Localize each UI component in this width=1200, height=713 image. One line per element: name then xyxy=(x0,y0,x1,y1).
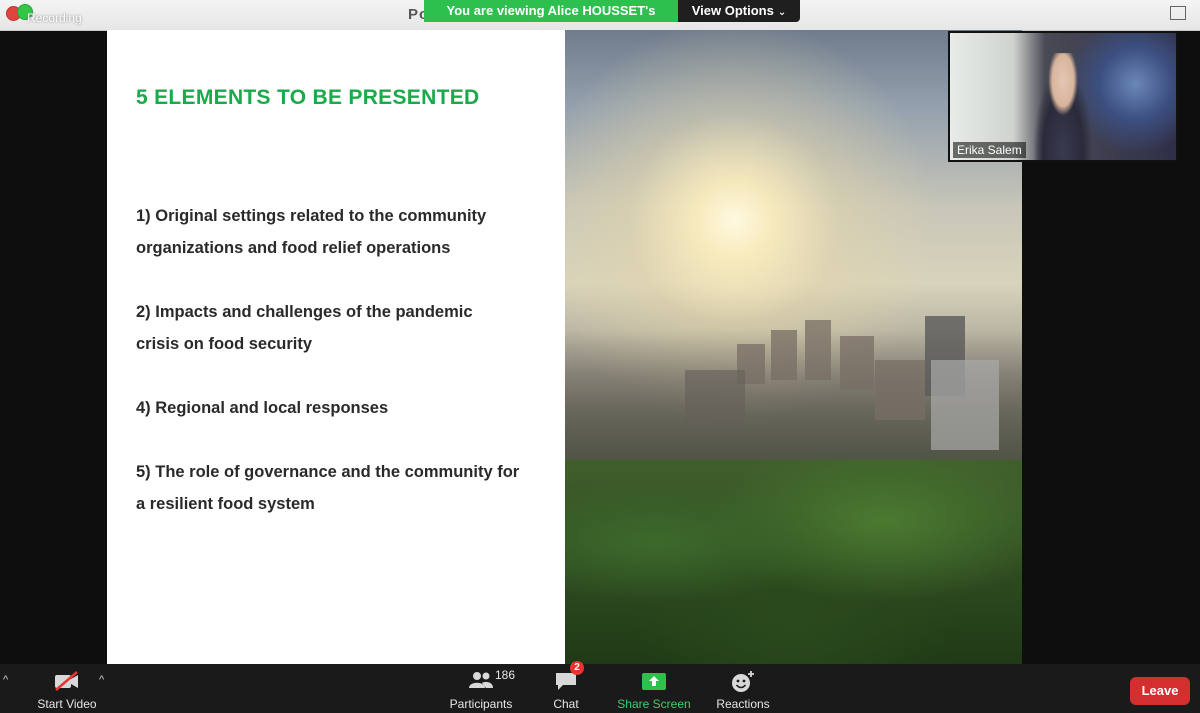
slide-text-panel: 5 ELEMENTS TO BE PRESENTED 1) Original s… xyxy=(107,30,565,664)
viewing-screen-banner: You are viewing Alice HOUSSET's screen xyxy=(424,0,678,40)
building xyxy=(875,360,925,420)
view-options-button[interactable]: View Options ⌄ xyxy=(678,0,800,22)
start-video-label: Start Video xyxy=(37,697,97,711)
slide-item-line: 5) The role of governance and the commun… xyxy=(136,463,520,481)
leave-button[interactable]: Leave xyxy=(1130,677,1190,705)
reactions-label: Reactions xyxy=(716,697,770,711)
building xyxy=(840,336,874,390)
audio-options-caret-icon[interactable]: ^ xyxy=(3,674,8,686)
meeting-toolbar: ^ Start Video ^ 186 Participants 2 Chat xyxy=(0,661,1200,713)
start-video-button[interactable]: Start Video xyxy=(30,664,104,713)
slide-item-3: 4) Regional and local responses xyxy=(136,392,556,424)
slide-item-2: 2) Impacts and challenges of the pandemi… xyxy=(136,296,556,360)
participant-person xyxy=(1028,53,1098,160)
share-screen-label: Share Screen xyxy=(617,697,691,711)
building xyxy=(805,320,831,380)
building xyxy=(685,370,745,430)
building xyxy=(931,360,999,450)
participant-video-thumbnail[interactable]: Erika Salem xyxy=(948,31,1178,162)
participants-label: Participants xyxy=(449,697,513,711)
slide-item-1: 1) Original settings related to the comm… xyxy=(136,200,556,264)
participants-icon xyxy=(469,672,493,688)
slide-title: 5 ELEMENTS TO BE PRESENTED xyxy=(136,86,480,109)
video-options-caret-icon[interactable]: ^ xyxy=(99,674,104,686)
slide-item-line: crisis on food security xyxy=(136,335,313,353)
slide-item-line: 4) Regional and local responses xyxy=(136,399,389,417)
maximize-icon[interactable] xyxy=(1170,6,1186,20)
view-options-label: View Options xyxy=(691,3,774,18)
share-screen-icon xyxy=(642,673,666,690)
reactions-icon xyxy=(732,671,754,692)
slide-item-line: 1) Original settings related to the comm… xyxy=(136,207,487,225)
video-off-icon xyxy=(55,671,78,691)
participant-name: Erika Salem xyxy=(953,142,1026,158)
chat-unread-badge: 2 xyxy=(570,661,584,675)
chat-button[interactable]: 2 Chat xyxy=(540,661,592,713)
reactions-button[interactable]: Reactions xyxy=(712,664,774,713)
share-screen-button[interactable]: Share Screen xyxy=(614,664,694,713)
slide-item-line: a resilient food system xyxy=(136,495,315,513)
tree-foliage xyxy=(565,460,1022,664)
recording-label: Recording xyxy=(27,11,82,25)
chevron-down-icon: ⌄ xyxy=(777,7,787,18)
participants-count: 186 xyxy=(495,668,516,682)
chat-label: Chat xyxy=(553,697,579,711)
slide-item-line: organizations and food relief operations xyxy=(136,239,451,257)
slide-item-line: 2) Impacts and challenges of the pandemi… xyxy=(136,303,473,321)
building xyxy=(771,330,797,380)
shared-slide: 5 ELEMENTS TO BE PRESENTED 1) Original s… xyxy=(107,30,1022,664)
participants-button[interactable]: 186 Participants xyxy=(445,664,517,713)
slide-item-4: 5) The role of governance and the commun… xyxy=(136,456,556,520)
